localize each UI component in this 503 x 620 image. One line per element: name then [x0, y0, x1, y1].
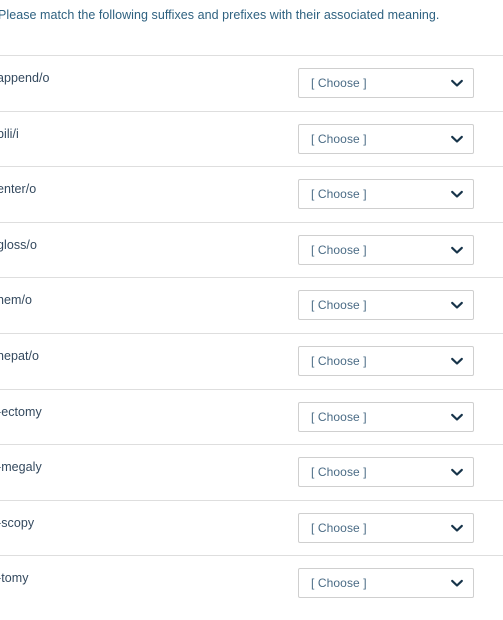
term-label: -ectomy — [0, 404, 42, 419]
matching-quiz-page: Please match the following suffixes and … — [0, 0, 503, 620]
chevron-down-icon — [450, 243, 464, 257]
chevron-down-icon — [450, 76, 464, 90]
term-label: hepat/o — [0, 348, 40, 363]
answer-select-wrapper: [ Choose ] — [298, 512, 474, 543]
answer-select[interactable]: [ Choose ] — [298, 234, 474, 265]
matching-row: -tomy [ Choose ] — [0, 555, 503, 611]
chevron-down-icon — [450, 187, 464, 201]
chevron-down-icon — [450, 521, 464, 535]
answer-select-value: [ Choose ] — [311, 576, 367, 591]
answer-select-wrapper: [ Choose ] — [298, 457, 474, 488]
answer-select[interactable]: [ Choose ] — [298, 68, 474, 98]
answer-select[interactable]: [ Choose ] — [298, 290, 474, 321]
answer-select-value: [ Choose ] — [311, 353, 367, 368]
answer-select-wrapper: [ Choose ] — [298, 401, 474, 432]
answer-select[interactable]: [ Choose ] — [298, 123, 474, 154]
answer-select-wrapper: [ Choose ] — [298, 290, 474, 321]
answer-select[interactable]: [ Choose ] — [298, 345, 474, 376]
answer-select-wrapper: [ Choose ] — [298, 234, 474, 265]
matching-row: hem/o [ Choose ] — [0, 277, 503, 333]
matching-row: append/o [ Choose ] — [0, 55, 503, 111]
term-label: hem/o — [0, 293, 32, 308]
answer-select[interactable]: [ Choose ] — [298, 457, 474, 488]
matching-row-list: append/o[ Choose ] bili/i[ Choose ] enter/… — [0, 55, 503, 611]
answer-select-wrapper: [ Choose ] — [298, 345, 474, 376]
term-label: gloss/o — [0, 237, 37, 252]
matching-row: -ectomy [ Choose ] — [0, 388, 503, 445]
answer-select[interactable]: [ Choose ] — [298, 401, 474, 432]
answer-select-wrapper: [ Choose ] — [298, 568, 474, 599]
answer-select-value: [ Choose ] — [311, 409, 367, 424]
term-label: -tomy — [0, 571, 29, 586]
matching-row: enter/o [ Choose ] — [0, 166, 503, 222]
answer-select-value: [ Choose ] — [311, 465, 367, 480]
answer-select-wrapper: [ Choose ] — [298, 123, 474, 154]
answer-select-value: [ Choose ] — [311, 242, 367, 257]
term-label: -megaly — [0, 460, 42, 475]
chevron-down-icon — [450, 576, 464, 590]
matching-row: -scopy [ Choose ] — [0, 499, 503, 556]
chevron-down-icon — [450, 410, 464, 424]
term-label: -scopy — [0, 515, 35, 530]
matching-row: bili/i [ Choose ] — [0, 110, 503, 167]
matching-row: -megaly [ Choose ] — [0, 444, 503, 500]
quiz-instruction: Please match the following suffixes and … — [0, 8, 440, 22]
answer-select-value: [ Choose ] — [311, 76, 367, 90]
answer-select[interactable]: [ Choose ] — [298, 512, 474, 543]
answer-select-value: [ Choose ] — [311, 131, 367, 146]
chevron-down-icon — [450, 465, 464, 479]
answer-select-value: [ Choose ] — [311, 520, 367, 535]
term-label: enter/o — [0, 182, 37, 197]
answer-select[interactable]: [ Choose ] — [298, 568, 474, 599]
chevron-down-icon — [450, 298, 464, 312]
term-label: append/o — [0, 71, 50, 85]
answer-select-value: [ Choose ] — [311, 298, 367, 313]
answer-select-value: [ Choose ] — [311, 187, 367, 202]
chevron-down-icon — [450, 354, 464, 368]
answer-select[interactable]: [ Choose ] — [298, 179, 474, 210]
matching-row: gloss/o [ Choose ] — [0, 221, 503, 278]
chevron-down-icon — [450, 132, 464, 146]
answer-select-wrapper: [ Choose ] — [298, 68, 474, 98]
term-label: bili/i — [0, 126, 19, 141]
answer-select-wrapper: [ Choose ] — [298, 179, 474, 210]
matching-row: hepat/o [ Choose ] — [0, 332, 503, 389]
